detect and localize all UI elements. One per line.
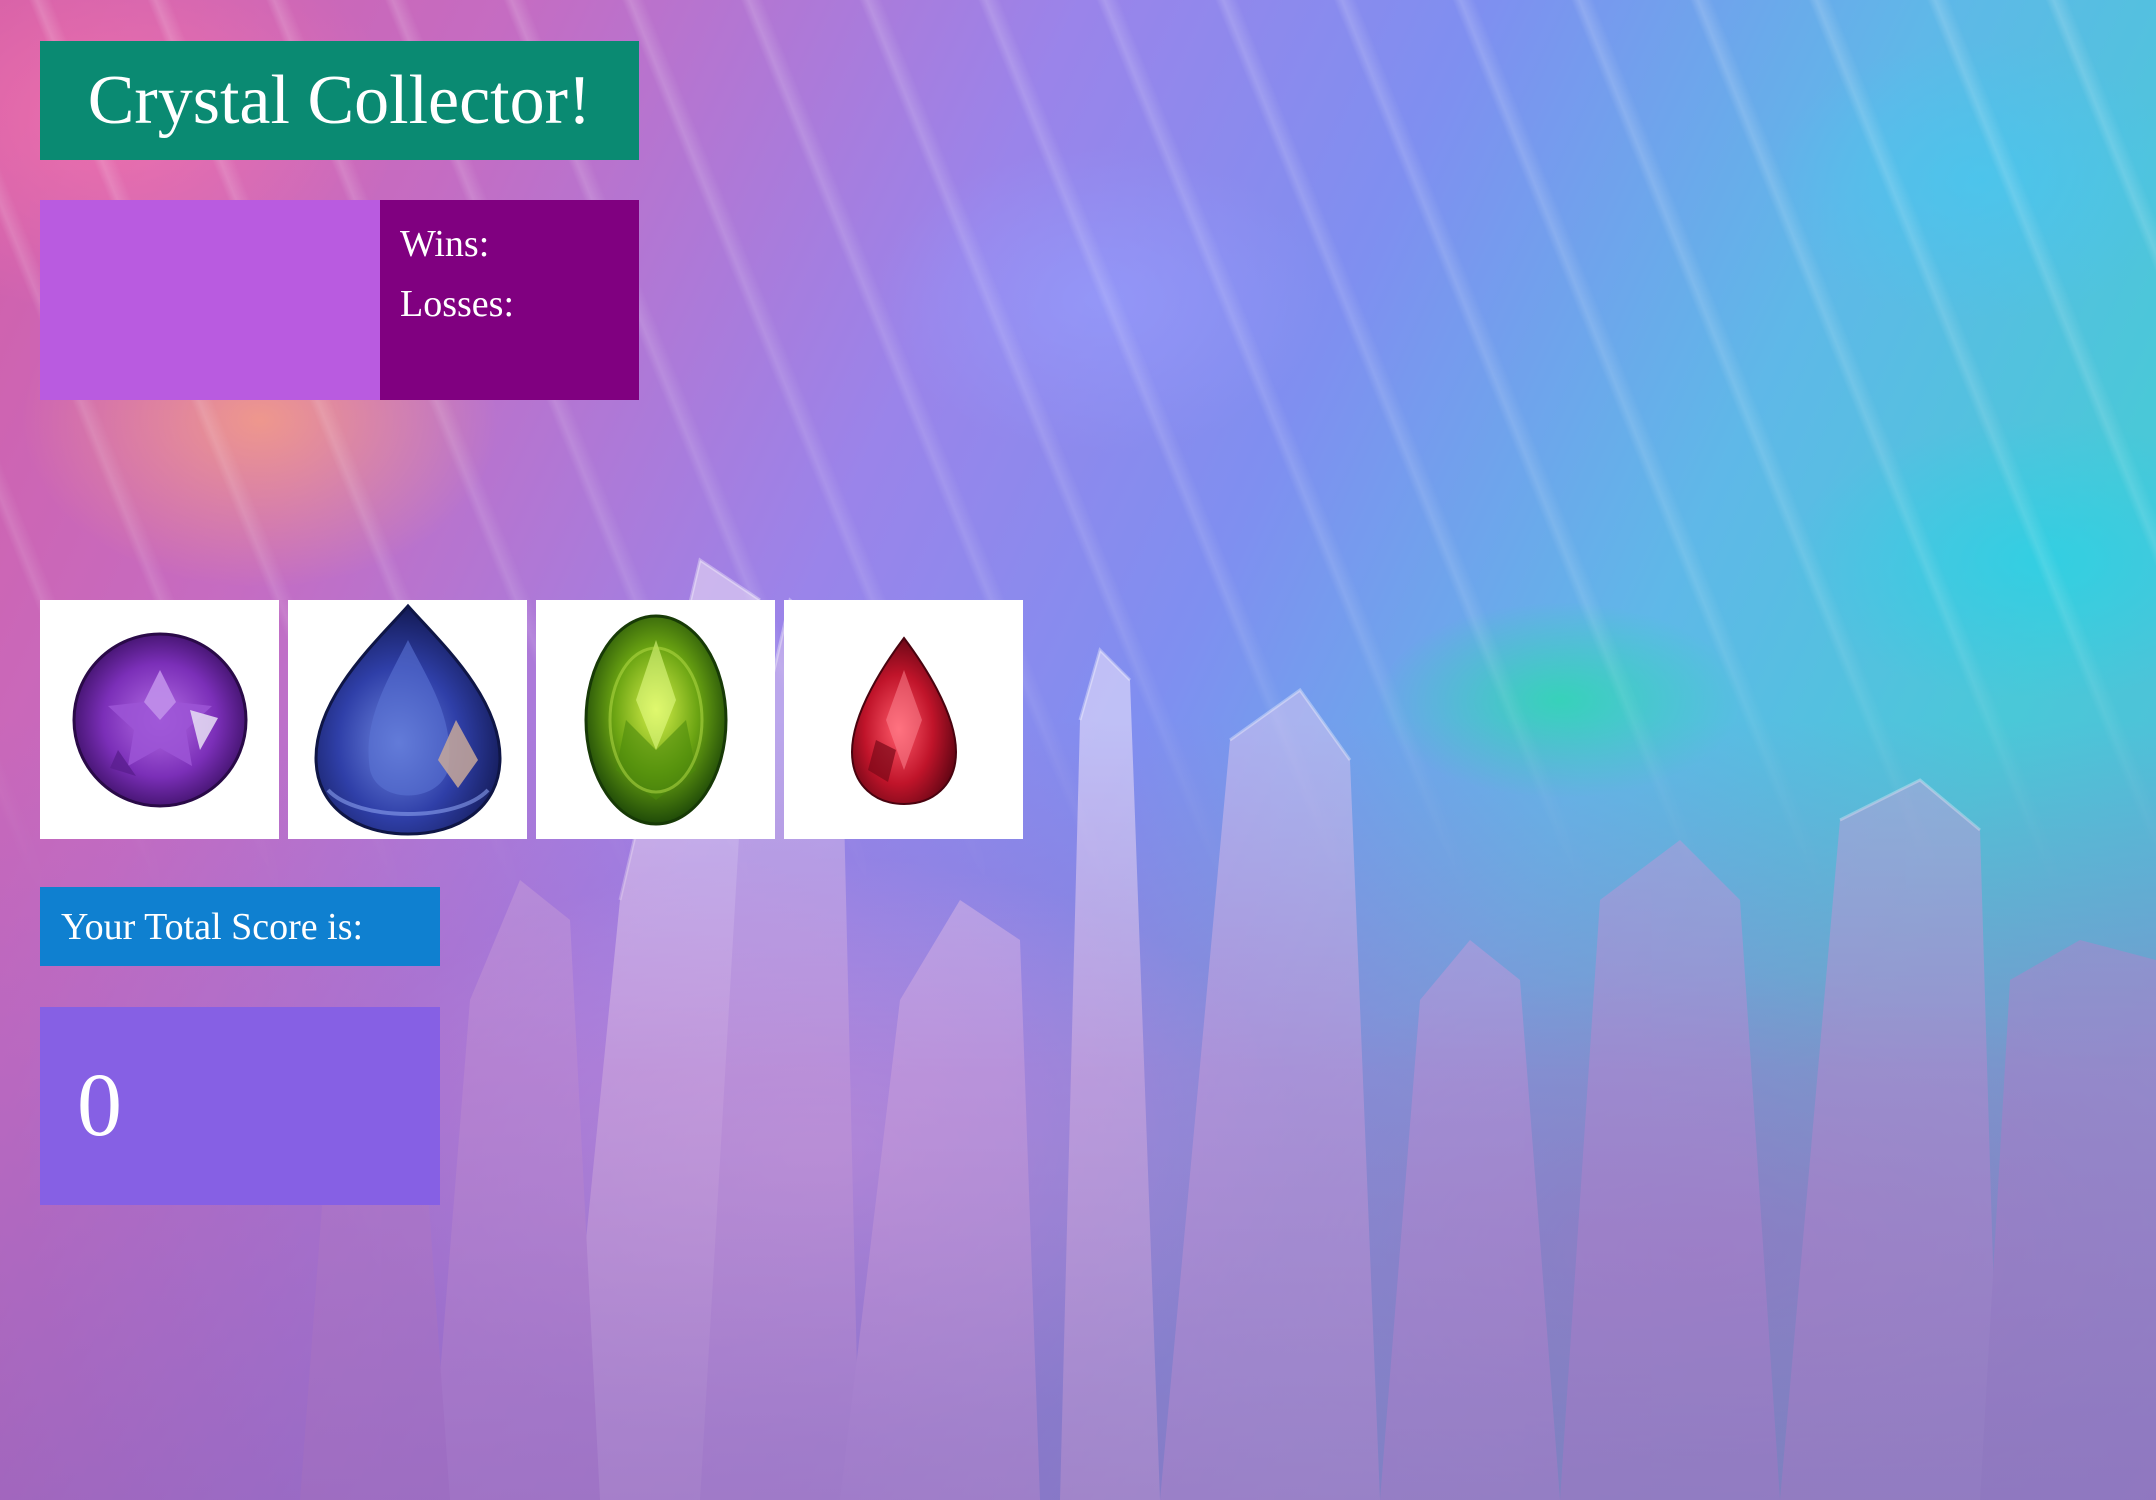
amethyst-crystal-button[interactable] xyxy=(40,600,279,839)
total-score-value: 0 xyxy=(77,1056,122,1155)
peridot-crystal-button[interactable] xyxy=(536,600,775,839)
round-purple-gem-icon xyxy=(72,632,248,808)
page-title: Crystal Collector! xyxy=(87,61,592,139)
losses-row: Losses: xyxy=(400,274,639,334)
win-loss-record: Wins: Losses: xyxy=(380,200,639,400)
wins-label: Wins: xyxy=(400,223,490,265)
score-label-banner: Your Total Score is: xyxy=(40,887,440,966)
score-display: 0 xyxy=(40,1007,440,1205)
title-banner: Crystal Collector! xyxy=(40,41,639,160)
losses-label: Losses: xyxy=(400,283,514,325)
score-label: Your Total Score is: xyxy=(61,905,364,948)
crystal-buttons-row xyxy=(40,600,1023,839)
oval-green-gem-icon xyxy=(584,614,728,826)
ruby-crystal-button[interactable] xyxy=(784,600,1023,839)
wins-row: Wins: xyxy=(400,214,639,274)
pear-blue-gem-icon xyxy=(314,603,502,836)
sapphire-crystal-button[interactable] xyxy=(288,600,527,839)
pear-red-gem-icon xyxy=(850,636,958,806)
stats-panel: Wins: Losses: xyxy=(40,200,639,400)
target-number-display xyxy=(40,200,380,400)
